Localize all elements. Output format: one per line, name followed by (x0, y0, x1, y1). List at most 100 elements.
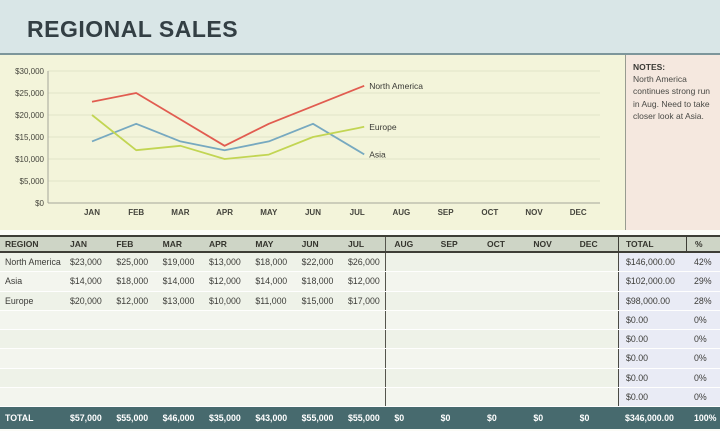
row-pct-cell[interactable]: 0% (686, 388, 720, 406)
month-value-cell[interactable] (525, 253, 571, 271)
month-value-cell[interactable] (294, 311, 340, 329)
row-total-cell[interactable]: $102,000.00 (618, 272, 686, 290)
row-pct-cell[interactable]: 29% (686, 272, 720, 290)
month-total-cell[interactable]: $43,000 (247, 407, 293, 429)
month-value-cell[interactable]: $15,000 (294, 292, 340, 310)
month-value-cell[interactable] (108, 369, 154, 387)
row-pct-cell[interactable]: 0% (686, 349, 720, 367)
region-cell[interactable] (0, 369, 62, 387)
column-header-jan[interactable]: JAN (62, 237, 108, 251)
month-value-cell[interactable] (247, 388, 293, 406)
month-value-cell[interactable] (525, 272, 571, 290)
month-total-cell[interactable]: $46,000 (155, 407, 201, 429)
month-value-cell[interactable] (479, 292, 525, 310)
month-value-cell[interactable] (386, 369, 432, 387)
month-value-cell[interactable] (479, 311, 525, 329)
column-header-jul[interactable]: JUL (340, 237, 386, 251)
month-value-cell[interactable]: $18,000 (294, 272, 340, 290)
month-value-cell[interactable]: $26,000 (340, 253, 386, 271)
month-value-cell[interactable] (479, 272, 525, 290)
month-value-cell[interactable] (294, 369, 340, 387)
month-value-cell[interactable] (247, 349, 293, 367)
month-total-cell[interactable]: $0 (525, 407, 571, 429)
month-value-cell[interactable]: $12,000 (340, 272, 386, 290)
month-total-cell[interactable]: $0 (572, 407, 618, 429)
month-value-cell[interactable]: $13,000 (155, 292, 201, 310)
month-value-cell[interactable] (525, 369, 571, 387)
month-value-cell[interactable]: $14,000 (62, 272, 108, 290)
month-total-cell[interactable]: $35,000 (201, 407, 247, 429)
row-total-cell[interactable]: $98,000.00 (618, 292, 686, 310)
row-pct-cell[interactable]: 28% (686, 292, 720, 310)
month-value-cell[interactable] (525, 311, 571, 329)
grand-total-cell[interactable]: $346,000.00 (618, 407, 686, 429)
column-header-jun[interactable]: JUN (294, 237, 340, 251)
month-total-cell[interactable]: $55,000 (294, 407, 340, 429)
row-pct-cell[interactable]: 0% (686, 369, 720, 387)
column-header-feb[interactable]: FEB (108, 237, 154, 251)
region-cell[interactable] (0, 330, 62, 348)
month-value-cell[interactable] (386, 253, 432, 271)
month-value-cell[interactable] (572, 388, 618, 406)
month-value-cell[interactable] (201, 311, 247, 329)
month-value-cell[interactable] (572, 292, 618, 310)
month-value-cell[interactable] (294, 330, 340, 348)
column-header-nov[interactable]: NOV (525, 237, 571, 251)
month-total-cell[interactable]: $0 (479, 407, 525, 429)
month-value-cell[interactable] (386, 292, 432, 310)
month-value-cell[interactable] (386, 330, 432, 348)
month-value-cell[interactable] (479, 349, 525, 367)
column-header-apr[interactable]: APR (201, 237, 247, 251)
month-value-cell[interactable] (572, 349, 618, 367)
month-value-cell[interactable]: $18,000 (108, 272, 154, 290)
month-value-cell[interactable] (433, 311, 479, 329)
month-value-cell[interactable] (155, 388, 201, 406)
region-cell[interactable] (0, 388, 62, 406)
row-pct-cell[interactable]: 0% (686, 311, 720, 329)
region-cell[interactable]: Europe (0, 292, 62, 310)
row-total-cell[interactable]: $0.00 (618, 311, 686, 329)
column-header-total[interactable]: TOTAL (618, 237, 686, 251)
month-value-cell[interactable]: $11,000 (247, 292, 293, 310)
row-pct-cell[interactable]: 42% (686, 253, 720, 271)
month-value-cell[interactable] (62, 388, 108, 406)
month-value-cell[interactable]: $12,000 (108, 292, 154, 310)
month-value-cell[interactable] (433, 388, 479, 406)
month-value-cell[interactable]: $10,000 (201, 292, 247, 310)
notes-panel[interactable]: NOTES: North America continues strong ru… (625, 55, 720, 230)
month-value-cell[interactable] (201, 349, 247, 367)
column-header-aug[interactable]: AUG (386, 237, 432, 251)
row-total-cell[interactable]: $0.00 (618, 349, 686, 367)
month-value-cell[interactable]: $22,000 (294, 253, 340, 271)
row-pct-cell[interactable]: 0% (686, 330, 720, 348)
month-value-cell[interactable]: $18,000 (247, 253, 293, 271)
month-total-cell[interactable]: $55,000 (340, 407, 386, 429)
month-value-cell[interactable] (572, 311, 618, 329)
column-header-dec[interactable]: DEC (572, 237, 618, 251)
month-value-cell[interactable] (479, 253, 525, 271)
sales-chart[interactable]: $0$5,000$10,000$15,000$20,000$25,000$30,… (0, 55, 625, 230)
row-total-cell[interactable]: $0.00 (618, 330, 686, 348)
column-header-sep[interactable]: SEP (433, 237, 479, 251)
month-value-cell[interactable] (572, 330, 618, 348)
month-value-cell[interactable] (247, 311, 293, 329)
month-value-cell[interactable]: $17,000 (340, 292, 386, 310)
month-value-cell[interactable] (433, 369, 479, 387)
month-total-cell[interactable]: $0 (433, 407, 479, 429)
month-value-cell[interactable] (525, 292, 571, 310)
month-value-cell[interactable] (572, 369, 618, 387)
month-value-cell[interactable] (62, 330, 108, 348)
column-header-oct[interactable]: OCT (479, 237, 525, 251)
month-value-cell[interactable] (155, 311, 201, 329)
month-value-cell[interactable] (525, 349, 571, 367)
region-cell[interactable] (0, 311, 62, 329)
column-header-mar[interactable]: MAR (155, 237, 201, 251)
month-value-cell[interactable] (108, 311, 154, 329)
month-value-cell[interactable] (433, 272, 479, 290)
column-header--[interactable]: % (686, 237, 720, 251)
month-value-cell[interactable] (433, 349, 479, 367)
month-value-cell[interactable] (201, 388, 247, 406)
month-value-cell[interactable] (108, 330, 154, 348)
month-value-cell[interactable] (62, 369, 108, 387)
month-value-cell[interactable] (572, 253, 618, 271)
